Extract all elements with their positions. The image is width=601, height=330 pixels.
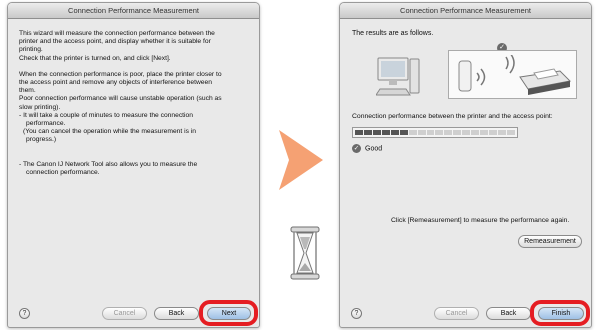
description-line: When the connection performance is poor,… <box>19 70 222 78</box>
meter-segment-empty <box>480 130 489 135</box>
meter-segment-empty <box>506 130 515 135</box>
description-line: printer and the access point, and displa… <box>19 38 211 46</box>
description-line: connection performance. <box>26 168 100 176</box>
window-title: Connection Performance Measurement <box>340 3 591 19</box>
back-button[interactable]: Back <box>486 307 531 320</box>
meter-segment-empty <box>471 130 480 135</box>
meter-segment-filled <box>363 130 372 135</box>
description-line: the access point and remove any objects … <box>19 79 212 87</box>
description-line: them. <box>19 87 36 95</box>
help-icon[interactable]: ? <box>351 308 362 319</box>
description-line: Poor connection performance will cause u… <box>19 95 222 103</box>
hourglass-icon <box>290 226 320 280</box>
access-point-icon <box>458 60 486 92</box>
arrow-right-icon <box>279 130 323 190</box>
remeasure-instruction: Click [Remeasurement] to measure the per… <box>391 217 570 224</box>
description-line: (You can cancel the operation while the … <box>23 128 196 136</box>
description-line: Check that the printer is turned on, and… <box>19 54 171 62</box>
meter-segment-empty <box>408 130 417 135</box>
meter-segment-empty <box>489 130 497 135</box>
highlight-ring <box>199 300 258 326</box>
button-bar: ? Cancel Back Next <box>8 299 259 327</box>
meter-segment-empty <box>462 130 471 135</box>
check-icon: ✓ <box>352 144 361 153</box>
remeasurement-button[interactable]: Remeasurement <box>518 235 582 248</box>
meter-segment-empty <box>435 130 444 135</box>
meter-segment-empty <box>498 130 506 135</box>
highlight-ring <box>530 300 590 326</box>
meter-segment-empty <box>453 130 462 135</box>
help-icon[interactable]: ? <box>19 308 30 319</box>
meter-segment-empty <box>426 130 435 135</box>
window-title: Connection Performance Measurement <box>8 3 259 19</box>
meter-segment-filled <box>399 130 408 135</box>
meter-segment-empty <box>444 130 453 135</box>
meter-segment-filled <box>355 130 363 135</box>
back-button[interactable]: Back <box>154 307 199 320</box>
wizard-window-start: Connection Performance Measurement This … <box>7 2 260 328</box>
printer-icon <box>505 55 572 95</box>
button-bar: ? Cancel Back Finish <box>340 299 591 327</box>
results-label: The results are as follows. <box>352 30 434 37</box>
status-row: ✓ Good <box>352 144 382 153</box>
wizard-description: This wizard will measure the connection … <box>19 30 253 177</box>
meter-segment-filled <box>390 130 399 135</box>
description-line: - The Canon IJ Network Tool also allows … <box>19 160 198 168</box>
description-line: slow printing). <box>19 103 61 111</box>
connection-performance-label: Connection performance between the print… <box>352 113 553 120</box>
signal-strength-meter <box>352 127 518 138</box>
meter-segment-filled <box>381 130 390 135</box>
cancel-button[interactable]: Cancel <box>102 307 147 320</box>
wizard-window-results: Connection Performance Measurement The r… <box>339 2 592 328</box>
computer-icon <box>376 57 420 96</box>
meter-segment-empty <box>417 130 426 135</box>
cancel-button[interactable]: Cancel <box>434 307 479 320</box>
description-line: printing. <box>19 46 43 54</box>
meter-segment-filled <box>372 130 381 135</box>
description-line: - It will take a couple of minutes to me… <box>19 111 193 119</box>
description-line: progress.) <box>26 136 57 144</box>
description-line: This wizard will measure the connection … <box>19 30 215 37</box>
status-label: Good <box>365 145 383 153</box>
description-line: performance. <box>26 120 66 128</box>
